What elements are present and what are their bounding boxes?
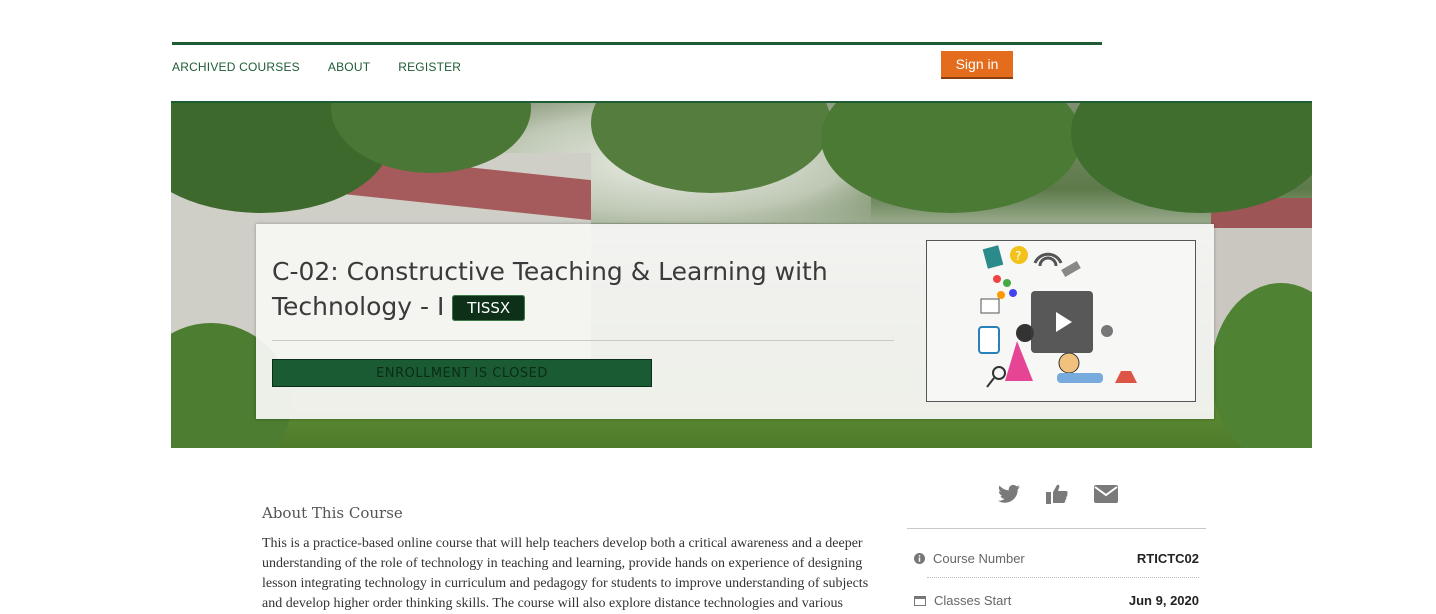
nav-register[interactable]: REGISTER	[398, 60, 461, 74]
detail-course-number: Course Number RTICTC02	[914, 551, 1199, 566]
divider	[272, 340, 894, 341]
course-video[interactable]: ?	[926, 240, 1196, 402]
about-text: This is a practice-based online course t…	[262, 536, 869, 611]
about-heading: About This Course	[262, 504, 403, 522]
nav-archived-courses[interactable]: ARCHIVED COURSES	[172, 60, 300, 74]
org-badge: TISSX	[452, 295, 526, 321]
enrollment-status: ENROLLMENT IS CLOSED	[272, 359, 652, 387]
header-rule	[172, 42, 1102, 45]
detail-value: RTICTC02	[1136, 551, 1199, 566]
detail-label: Classes Start	[934, 593, 1012, 608]
detail-classes-start: Classes Start Jun 9, 2020	[914, 593, 1199, 608]
svg-text:?: ?	[1015, 249, 1021, 263]
course-title: C-02: Constructive Teaching & Learning w…	[272, 254, 892, 324]
info-icon	[914, 553, 925, 564]
main-nav: ARCHIVED COURSES ABOUT REGISTER	[172, 60, 461, 74]
nav-about[interactable]: ABOUT	[328, 60, 370, 74]
twitter-icon[interactable]	[998, 484, 1020, 508]
envelope-icon[interactable]	[1094, 484, 1118, 508]
calendar-icon	[914, 596, 926, 606]
sign-in-button[interactable]: Sign in	[941, 51, 1013, 79]
dotted-divider	[927, 577, 1199, 578]
detail-value: Jun 9, 2020	[1128, 593, 1199, 608]
course-title-text: C-02: Constructive Teaching & Learning w…	[272, 257, 828, 321]
share-links	[998, 484, 1118, 508]
thumbs-up-icon[interactable]	[1046, 484, 1068, 508]
play-button[interactable]	[1031, 291, 1093, 353]
detail-label: Course Number	[933, 551, 1025, 566]
sidebar-divider	[907, 528, 1206, 529]
course-info-card: C-02: Constructive Teaching & Learning w…	[256, 224, 1214, 419]
